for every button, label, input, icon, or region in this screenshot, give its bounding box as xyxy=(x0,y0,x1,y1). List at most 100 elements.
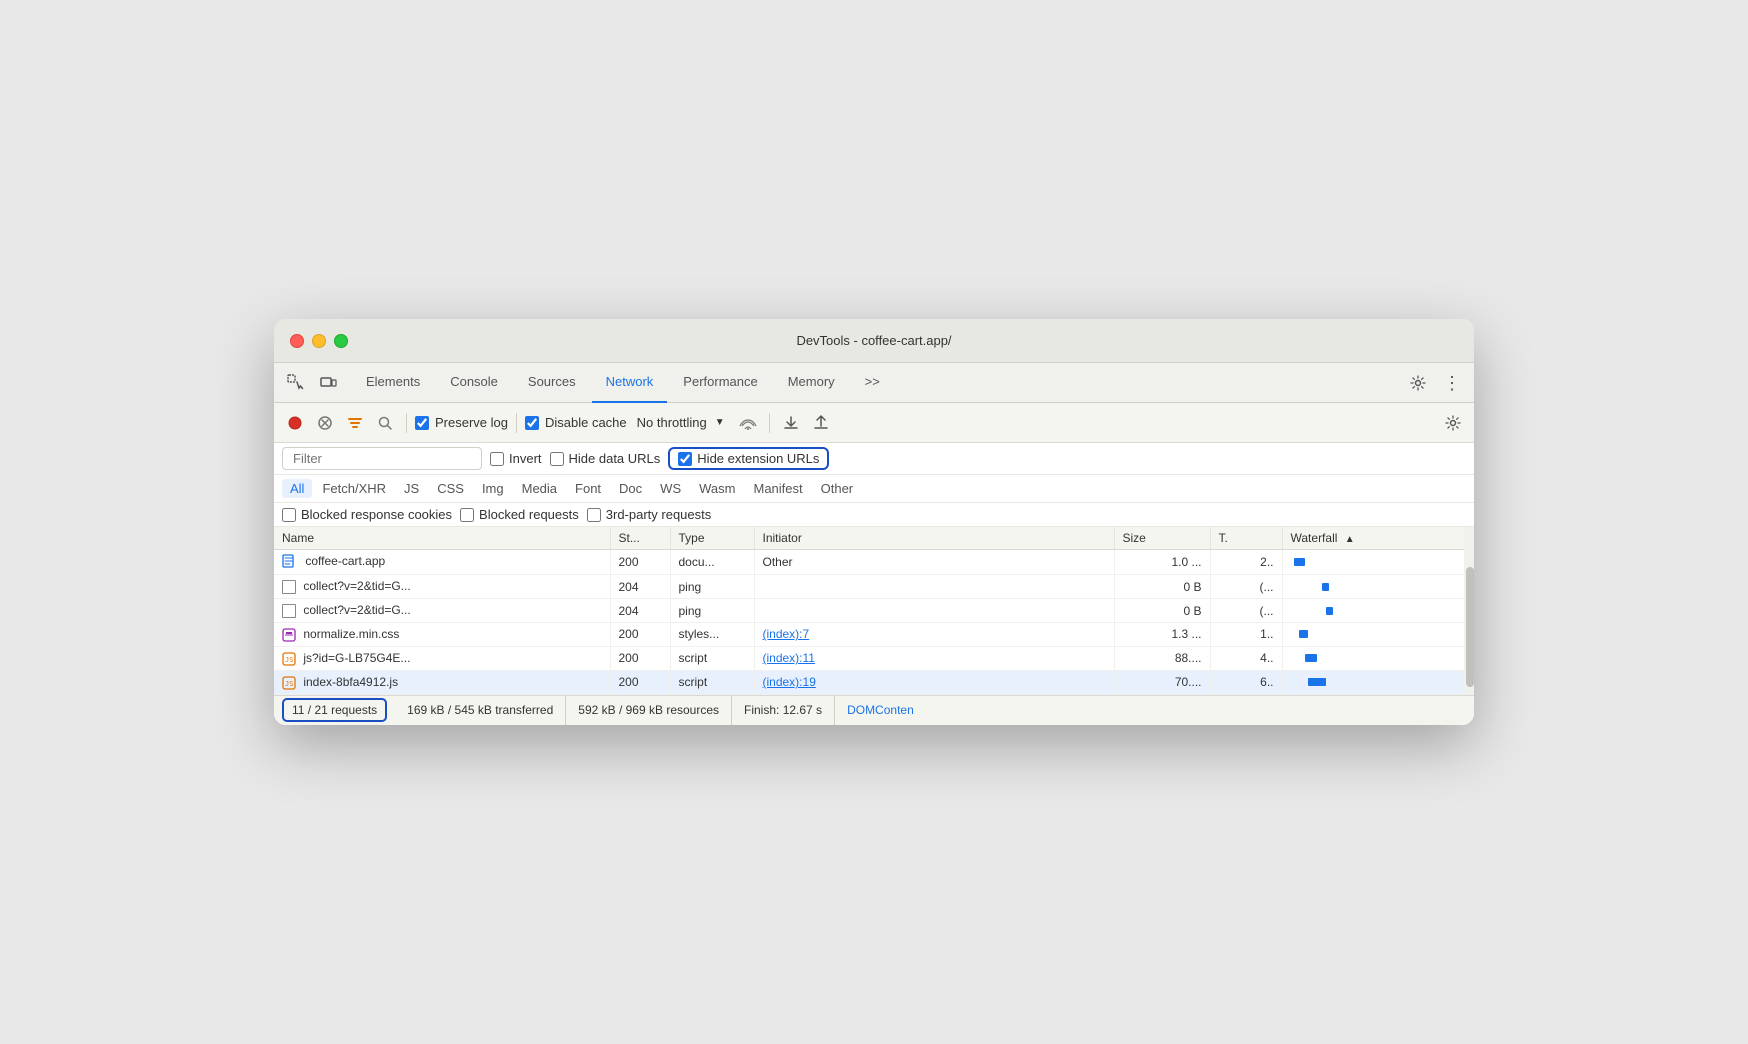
third-party-requests-checkbox[interactable] xyxy=(587,508,601,522)
waterfall-bar xyxy=(1305,654,1317,662)
import-har-icon[interactable] xyxy=(778,410,804,436)
svg-text:JS: JS xyxy=(285,656,293,664)
tab-elements[interactable]: Elements xyxy=(352,363,434,403)
type-filter-other[interactable]: Other xyxy=(813,479,862,498)
close-button[interactable] xyxy=(290,334,304,348)
tab-more[interactable]: >> xyxy=(851,363,894,403)
tab-memory[interactable]: Memory xyxy=(774,363,849,403)
tab-bar: Elements Console Sources Network Perform… xyxy=(274,363,1474,403)
col-header-name[interactable]: Name xyxy=(274,527,610,550)
blocked-requests-checkbox[interactable] xyxy=(460,508,474,522)
table-row[interactable]: collect?v=2&tid=G... 204 ping 0 B (... xyxy=(274,599,1474,623)
col-header-type[interactable]: Type xyxy=(670,527,754,550)
type-filter-img[interactable]: Img xyxy=(474,479,512,498)
network-table-wrapper: Name St... Type Initiator Size xyxy=(274,527,1474,694)
table-row[interactable]: collect?v=2&tid=G... 204 ping 0 B (... xyxy=(274,575,1474,599)
type-filter-ws[interactable]: WS xyxy=(652,479,689,498)
preserve-log-checkbox[interactable] xyxy=(415,416,429,430)
extra-filter-row: Blocked response cookies Blocked request… xyxy=(274,503,1474,527)
cell-initiator xyxy=(754,599,1114,623)
minimize-button[interactable] xyxy=(312,334,326,348)
cell-waterfall xyxy=(1282,623,1474,647)
type-filter-media[interactable]: Media xyxy=(514,479,565,498)
type-filter-wasm[interactable]: Wasm xyxy=(691,479,743,498)
table-row[interactable]: coffee-cart.app 200 docu... Other 1.0 ..… xyxy=(274,550,1474,575)
type-filter-all[interactable]: All xyxy=(282,479,312,498)
cell-initiator: (index):11 xyxy=(754,646,1114,670)
status-transferred: 169 kB / 545 kB transferred xyxy=(395,696,566,725)
cell-status: 200 xyxy=(610,670,670,694)
filter-button[interactable] xyxy=(342,410,368,436)
type-filter-row: All Fetch/XHR JS CSS Img Media Font Doc xyxy=(274,475,1474,503)
col-header-size[interactable]: Size xyxy=(1114,527,1210,550)
inspector-icon[interactable] xyxy=(282,369,310,397)
type-filter-css[interactable]: CSS xyxy=(429,479,472,498)
table-row[interactable]: JS index-8bfa4912.js 200 script (index):… xyxy=(274,670,1474,694)
blocked-cookies-checkbox[interactable] xyxy=(282,508,296,522)
throttling-select[interactable]: No throttling ▼ xyxy=(631,413,731,432)
col-header-waterfall[interactable]: Waterfall ▲ xyxy=(1282,527,1474,550)
search-button[interactable] xyxy=(372,410,398,436)
filter-input[interactable] xyxy=(282,447,482,470)
cell-waterfall xyxy=(1282,599,1474,623)
clear-button[interactable] xyxy=(312,410,338,436)
type-filter-manifest[interactable]: Manifest xyxy=(745,479,810,498)
maximize-button[interactable] xyxy=(334,334,348,348)
cell-name: normalize.min.css xyxy=(274,623,610,647)
svg-text:JS: JS xyxy=(285,680,293,688)
tab-performance[interactable]: Performance xyxy=(669,363,771,403)
network-table-body: coffee-cart.app 200 docu... Other 1.0 ..… xyxy=(274,550,1474,694)
tab-console[interactable]: Console xyxy=(436,363,512,403)
table-row[interactable]: JS js?id=G-LB75G4E... 200 script (index)… xyxy=(274,646,1474,670)
col-header-status[interactable]: St... xyxy=(610,527,670,550)
type-filter-font[interactable]: Font xyxy=(567,479,609,498)
hide-extension-urls-checkbox[interactable] xyxy=(678,452,692,466)
hide-data-urls-checkbox[interactable] xyxy=(550,452,564,466)
type-filter-fetch[interactable]: Fetch/XHR xyxy=(314,479,394,498)
scrollbar-thumb[interactable] xyxy=(1466,567,1474,687)
scrollbar[interactable] xyxy=(1464,527,1474,694)
row-icon-js-2: JS xyxy=(282,676,296,690)
record-button[interactable] xyxy=(282,410,308,436)
cell-type: ping xyxy=(670,599,754,623)
type-filter-js[interactable]: JS xyxy=(396,479,427,498)
waterfall-sort-arrow: ▲ xyxy=(1345,534,1355,545)
more-options-icon[interactable]: ⋮ xyxy=(1438,369,1466,397)
tab-bar-icons xyxy=(282,369,342,397)
tab-sources[interactable]: Sources xyxy=(514,363,590,403)
cell-time: (... xyxy=(1210,575,1282,599)
hide-extension-urls-checkbox-group: Hide extension URLs xyxy=(668,447,829,470)
tab-network[interactable]: Network xyxy=(592,363,668,403)
status-bar: 11 / 21 requests 169 kB / 545 kB transfe… xyxy=(274,695,1474,725)
tab-bar-right: ⋮ xyxy=(1404,369,1466,397)
col-header-initiator[interactable]: Initiator xyxy=(754,527,1114,550)
export-har-icon[interactable] xyxy=(808,410,834,436)
cell-name: collect?v=2&tid=G... xyxy=(274,599,610,623)
waterfall-bar xyxy=(1322,583,1329,591)
cell-type: script xyxy=(670,646,754,670)
cell-size: 0 B xyxy=(1114,599,1210,623)
disable-cache-checkbox[interactable] xyxy=(525,416,539,430)
cell-size: 1.0 ... xyxy=(1114,550,1210,575)
table-row[interactable]: normalize.min.css 200 styles... (index):… xyxy=(274,623,1474,647)
blocked-requests-checkbox-group: Blocked requests xyxy=(460,507,579,522)
window-title: DevTools - coffee-cart.app/ xyxy=(796,333,951,348)
row-icon-js: JS xyxy=(282,652,296,666)
type-filter-doc[interactable]: Doc xyxy=(611,479,650,498)
network-settings-icon[interactable] xyxy=(1440,410,1466,436)
cell-initiator: (index):7 xyxy=(754,623,1114,647)
settings-gear-icon[interactable] xyxy=(1404,369,1432,397)
invert-checkbox[interactable] xyxy=(490,452,504,466)
cell-time: 1.. xyxy=(1210,623,1282,647)
devtools-body: Elements Console Sources Network Perform… xyxy=(274,363,1474,724)
status-dom-content: DOMConten xyxy=(835,696,926,725)
devtools-window: DevTools - coffee-cart.app/ xyxy=(274,319,1474,724)
cell-size: 0 B xyxy=(1114,575,1210,599)
blocked-cookies-checkbox-group: Blocked response cookies xyxy=(282,507,452,522)
network-conditions-icon[interactable] xyxy=(735,410,761,436)
cell-name: coffee-cart.app xyxy=(274,550,610,575)
status-finish: Finish: 12.67 s xyxy=(732,696,835,725)
col-header-time[interactable]: T. xyxy=(1210,527,1282,550)
filter-row: Invert Hide data URLs Hide extension URL… xyxy=(274,443,1474,475)
device-toggle-icon[interactable] xyxy=(314,369,342,397)
